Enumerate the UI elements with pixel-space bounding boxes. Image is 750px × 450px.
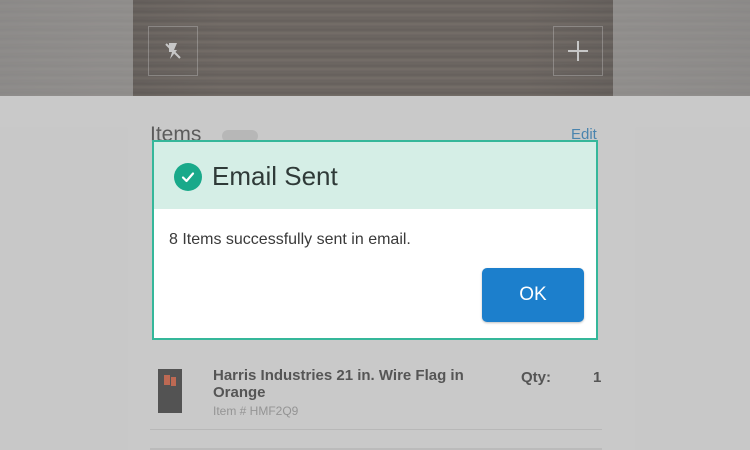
ok-button[interactable]: OK [482, 268, 584, 322]
dialog-message: 8 Items successfully sent in email. [169, 231, 411, 248]
email-sent-dialog: Email Sent 8 Items successfully sent in … [152, 140, 598, 340]
dialog-header: Email Sent [154, 142, 596, 209]
check-circle-icon [174, 163, 202, 191]
dialog-title: Email Sent [212, 161, 338, 191]
